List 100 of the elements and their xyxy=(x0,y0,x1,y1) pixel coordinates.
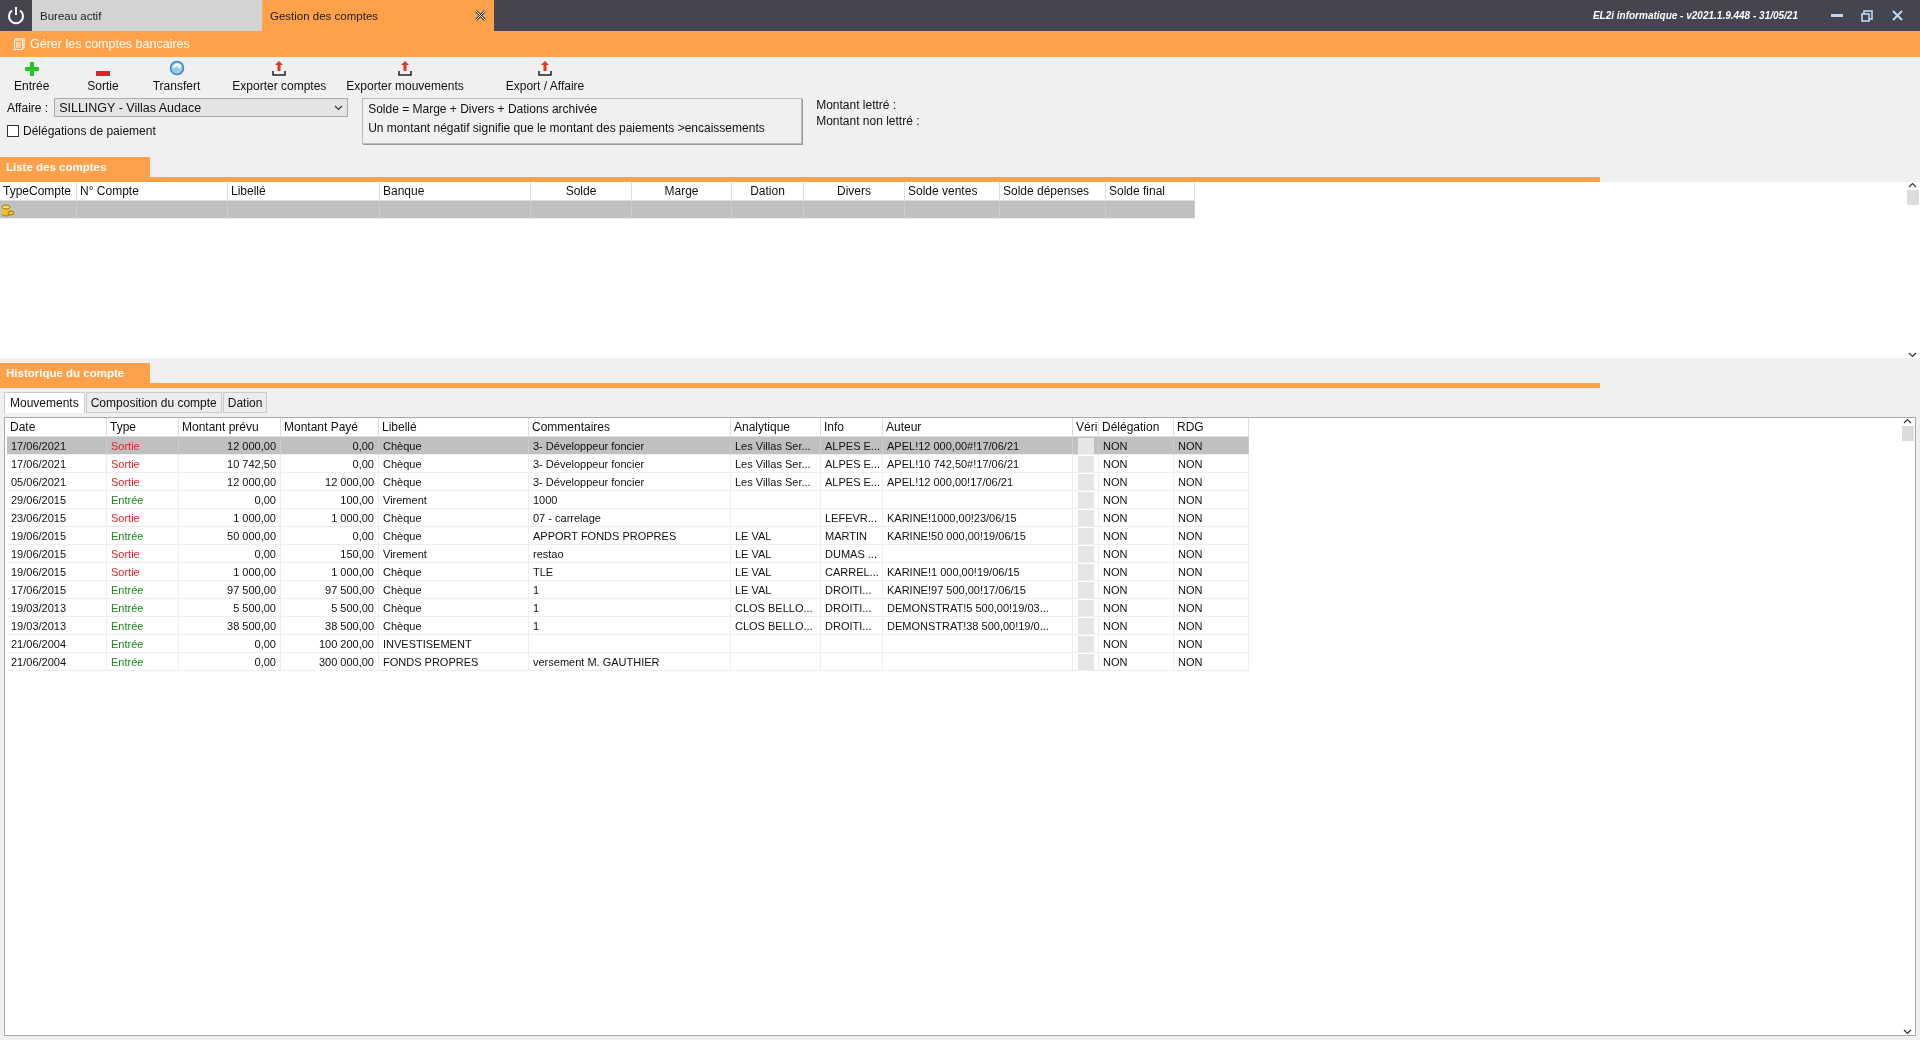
window-tab[interactable]: Bureau actif xyxy=(32,0,262,31)
scrollbar[interactable] xyxy=(1900,418,1915,1035)
column-header[interactable]: Solde ventes xyxy=(905,182,1000,201)
upload-icon xyxy=(538,61,552,76)
checkbox[interactable] xyxy=(1077,473,1094,490)
checkbox[interactable] xyxy=(1077,527,1094,544)
toolbar-button[interactable]: Exporter mouvements xyxy=(340,59,470,95)
table-row[interactable]: 21/06/2004 xyxy=(7,635,107,653)
scrollbar[interactable] xyxy=(1905,182,1920,358)
table-cell: CLOS BELLO... xyxy=(731,599,821,617)
column-header[interactable]: Montant Payé xyxy=(281,418,379,437)
table-row[interactable]: 19/06/2015 xyxy=(7,527,107,545)
table-row[interactable]: 19/06/2015 xyxy=(7,563,107,581)
table-cell: Entrée xyxy=(107,635,179,653)
table-row[interactable]: 21/06/2004 xyxy=(7,653,107,671)
checkbox[interactable] xyxy=(1077,653,1094,670)
checkbox[interactable] xyxy=(1077,635,1094,652)
checkbox[interactable] xyxy=(1077,563,1094,580)
toolbar-button[interactable]: Entrée xyxy=(8,60,56,95)
checkbox[interactable] xyxy=(1077,581,1094,598)
tab[interactable]: Composition du compte xyxy=(85,392,222,413)
checkbox[interactable] xyxy=(1077,455,1094,472)
column-header[interactable]: Solde final xyxy=(1106,182,1195,201)
toolbar-button[interactable]: Transfert xyxy=(146,58,207,95)
checkbox[interactable] xyxy=(1077,437,1094,454)
column-header[interactable]: Date xyxy=(7,418,107,437)
table-cell: CLOS BELLO... xyxy=(731,617,821,635)
table-cell: Sortie xyxy=(107,437,179,455)
scroll-down-icon[interactable] xyxy=(1908,352,1917,358)
table-row[interactable]: 19/03/2013 xyxy=(7,599,107,617)
window-tab[interactable]: Gestion des comptes xyxy=(262,0,494,31)
minus-icon xyxy=(96,71,111,76)
table-row[interactable]: 29/06/2015 xyxy=(7,491,107,509)
table-row[interactable]: 19/06/2015 xyxy=(7,545,107,563)
page-title: Gérer les comptes bancaires xyxy=(30,37,190,51)
checkbox[interactable] xyxy=(1077,509,1094,526)
column-header[interactable]: Commentaires xyxy=(529,418,731,437)
column-header[interactable]: Libellé xyxy=(379,418,529,437)
column-header[interactable]: Libellé xyxy=(228,182,380,201)
table-cell: 3- Développeur foncier xyxy=(529,473,731,491)
table-row[interactable]: 17/06/2021 xyxy=(7,437,107,455)
column-header[interactable]: Dation xyxy=(732,182,804,201)
table-cell: NON xyxy=(1174,437,1249,455)
table-cell: DROITI... xyxy=(821,599,883,617)
column-header[interactable]: Auteur xyxy=(883,418,1073,437)
column-header[interactable]: Analytique xyxy=(731,418,821,437)
scroll-up-icon[interactable] xyxy=(1903,418,1912,424)
table-cell: DEMONSTRAT!38 500,00!19/0... xyxy=(883,617,1073,635)
column-header[interactable]: RDG xyxy=(1174,418,1249,437)
column-header[interactable]: Délégation xyxy=(1099,418,1174,437)
upload-icon xyxy=(272,61,287,76)
table-cell: Les Villas Ser... xyxy=(731,455,821,473)
checkbox[interactable] xyxy=(1077,599,1094,616)
column-header[interactable]: Marge xyxy=(632,182,732,201)
checkbox[interactable] xyxy=(1077,617,1094,634)
checkbox[interactable] xyxy=(1077,545,1094,562)
minimize-icon xyxy=(1831,13,1843,18)
upload-icon xyxy=(398,61,413,76)
column-header[interactable]: TypeCompte xyxy=(0,182,77,201)
table-cell: NON xyxy=(1174,599,1249,617)
checkbox[interactable] xyxy=(1077,491,1094,508)
tab[interactable]: Dation xyxy=(222,392,268,413)
column-header[interactable]: N° Compte xyxy=(77,182,228,201)
toolbar-button[interactable]: Sortie xyxy=(81,69,125,95)
scroll-down-icon[interactable] xyxy=(1903,1029,1912,1035)
table-cell: NON xyxy=(1099,653,1174,671)
table-cell: 5 500,00 xyxy=(281,599,379,617)
document-icon xyxy=(14,38,25,50)
affaire-dropdown[interactable]: SILLINGY - Villas Audace xyxy=(54,98,349,117)
table-row[interactable]: 05/06/2021 xyxy=(7,473,107,491)
table-cell: LE VAL xyxy=(731,527,821,545)
table-cell: 12 000,00 xyxy=(281,473,379,491)
column-header[interactable]: Info xyxy=(821,418,883,437)
close-icon[interactable] xyxy=(475,10,486,21)
column-header[interactable]: Solde dépenses xyxy=(1000,182,1106,201)
table-cell: 3- Développeur foncier xyxy=(529,455,731,473)
table-row[interactable]: 17/06/2015 xyxy=(7,581,107,599)
column-header[interactable]: Divers xyxy=(804,182,905,201)
table-row[interactable]: 17/06/2021 xyxy=(7,455,107,473)
table-row[interactable]: 23/06/2015 xyxy=(7,509,107,527)
checkbox[interactable] xyxy=(7,125,19,137)
scroll-thumb[interactable] xyxy=(1906,190,1919,205)
scroll-thumb[interactable] xyxy=(1901,426,1914,441)
toolbar-button[interactable]: Export / Affaire xyxy=(499,59,591,95)
scroll-up-icon[interactable] xyxy=(1908,182,1917,188)
table-cell: Les Villas Ser... xyxy=(731,473,821,491)
column-header[interactable]: Solde xyxy=(531,182,632,201)
table-row[interactable] xyxy=(0,201,77,219)
column-header[interactable]: Montant prévu xyxy=(179,418,281,437)
column-header[interactable]: Type xyxy=(107,418,179,437)
toolbar-button[interactable]: Exporter comptes xyxy=(226,59,333,95)
table-cell: NON xyxy=(1099,491,1174,509)
table-cell: Les Villas Ser... xyxy=(731,437,821,455)
tab[interactable]: Mouvements xyxy=(4,392,85,413)
table-row[interactable]: 19/03/2013 xyxy=(7,617,107,635)
amount-label: Montant non lettré : xyxy=(816,114,920,128)
table-cell: APPORT FONDS PROPRES xyxy=(529,527,731,545)
column-header[interactable]: Véri xyxy=(1073,418,1099,437)
column-header[interactable]: Banque xyxy=(380,182,531,201)
table-cell: 12 000,00 xyxy=(179,437,281,455)
